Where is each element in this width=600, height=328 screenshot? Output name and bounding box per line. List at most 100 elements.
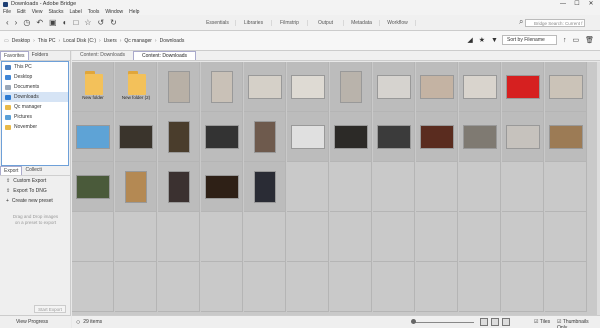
thumbnail-cell[interactable]	[158, 112, 200, 162]
details-view-button[interactable]	[502, 318, 510, 326]
crumb-local-disk[interactable]: Local Disk (C:)	[63, 38, 96, 44]
thumbnail-cell[interactable]: New folder (2)	[115, 62, 157, 112]
path-bar: ▭ Desktop › This PC › Local Disk (C:) › …	[0, 31, 600, 51]
favorite-this-pc[interactable]: This PC	[2, 62, 68, 72]
boomerang-icon[interactable]: ↶	[36, 15, 43, 31]
new-folder-icon[interactable]: ▭	[572, 36, 579, 44]
crumb-users[interactable]: Users	[104, 38, 117, 44]
camera-icon[interactable]: ▣	[49, 15, 57, 31]
zoom-knob[interactable]	[411, 319, 416, 324]
tab-content-2[interactable]: Content: Downloads	[133, 51, 197, 60]
back-icon[interactable]: ‹	[6, 15, 9, 31]
thumbnail-cell[interactable]	[201, 112, 243, 162]
workspace-output[interactable]: Output	[308, 20, 344, 26]
image-thumbnail	[168, 121, 190, 153]
thumbnail-cell[interactable]	[502, 62, 544, 112]
favorite-pictures[interactable]: Pictures	[2, 112, 68, 122]
sort-direction-icon[interactable]: ↑	[563, 37, 567, 44]
thumbnail-cell[interactable]	[330, 112, 372, 162]
export-dng-item[interactable]: ⇪ Export To DNG	[0, 186, 71, 196]
workspace-filmstrip[interactable]: Filmstrip	[272, 20, 308, 26]
tab-folders[interactable]: Folders	[29, 51, 52, 60]
custom-export-item[interactable]: ⇪ Custom Export	[0, 176, 71, 186]
thumbnails-only-checkbox[interactable]: ☑ Thumbnails Only	[557, 319, 600, 328]
thumbnail-cell[interactable]	[330, 62, 372, 112]
thumbnail-cell[interactable]	[373, 62, 415, 112]
thumbnail-cell[interactable]	[502, 112, 544, 162]
thumbnail-cell[interactable]	[244, 162, 286, 212]
refine-icon[interactable]: ◐	[63, 15, 68, 31]
thumbnail-cell[interactable]	[244, 112, 286, 162]
chevron-right-icon[interactable]: ›	[33, 38, 35, 44]
chevron-right-icon[interactable]: ›	[155, 38, 157, 44]
rotate-right-icon[interactable]: ↻	[110, 15, 117, 31]
output-icon[interactable]: ☆	[84, 15, 91, 31]
sort-dropdown[interactable]: Sort by Filename	[501, 35, 557, 45]
delete-icon[interactable]: 🗑	[585, 36, 594, 44]
menu-help[interactable]: Help	[129, 9, 139, 15]
tab-content-1[interactable]: Content: Downloads	[72, 51, 133, 60]
tiles-checkbox[interactable]: ☑ Tiles	[534, 319, 550, 325]
crumb-qc-manager[interactable]: Qc manager	[124, 38, 152, 44]
search-icon[interactable]: ⌕	[519, 17, 523, 27]
maximize-button[interactable]: ☐	[570, 0, 584, 8]
view-progress-link[interactable]: View Progress	[16, 319, 48, 325]
image-thumbnail	[377, 75, 411, 99]
workspace-libraries[interactable]: Libraries	[236, 20, 272, 26]
thumbnail-cell[interactable]	[545, 62, 587, 112]
workspace-workflow[interactable]: Workflow	[380, 20, 416, 26]
open-icon[interactable]: □	[73, 15, 78, 31]
quality-icon[interactable]: ◢	[467, 36, 472, 44]
rating-filter-icon[interactable]: ★	[479, 36, 485, 44]
workspace-essentials[interactable]: Essentials	[200, 20, 236, 26]
thumbnail-cell[interactable]	[416, 62, 458, 112]
crumb-desktop[interactable]: Desktop	[12, 38, 30, 44]
close-button[interactable]: ✕	[584, 0, 598, 8]
workspace-metadata[interactable]: Metadata	[344, 20, 380, 26]
thumbnail-cell[interactable]	[158, 62, 200, 112]
thumbnail-cell[interactable]: New folder	[72, 62, 114, 112]
thumbnail-cell[interactable]	[72, 112, 114, 162]
recent-icon[interactable]: ◷	[23, 15, 30, 31]
tab-export[interactable]: Export	[0, 166, 23, 175]
thumbnail-cell[interactable]	[158, 162, 200, 212]
filter-icon[interactable]: ▼	[491, 37, 498, 44]
thumbnail-cell[interactable]	[201, 162, 243, 212]
thumbnail-cell[interactable]	[459, 112, 501, 162]
crumb-this-pc[interactable]: This PC	[38, 38, 56, 44]
empty-cell	[416, 212, 458, 262]
thumbnail-cell[interactable]	[201, 62, 243, 112]
chevron-right-icon[interactable]: ›	[99, 38, 101, 44]
thumbnail-cell[interactable]	[72, 162, 114, 212]
chevron-right-icon[interactable]: ›	[59, 38, 61, 44]
main-toolbar: ‹ › ◷ ↶ ▣ ◐ □ ☆ ↺ ↻ Essentials Libraries…	[0, 15, 600, 31]
thumbnail-cell[interactable]	[287, 62, 329, 112]
start-export-button[interactable]: Start Export	[34, 305, 66, 313]
chevron-right-icon[interactable]: ›	[120, 38, 122, 44]
tab-collections[interactable]: Collecti	[22, 166, 44, 175]
thumbnail-cell[interactable]	[287, 112, 329, 162]
favorite-desktop[interactable]: Desktop	[2, 72, 68, 82]
thumbnail-cell[interactable]	[115, 112, 157, 162]
minimize-button[interactable]: —	[556, 0, 570, 8]
empty-cell	[201, 262, 243, 312]
crumb-downloads[interactable]: Downloads	[160, 38, 185, 44]
grid-view-button[interactable]	[480, 318, 488, 326]
create-preset-item[interactable]: + Create new preset	[0, 196, 71, 206]
list-view-button[interactable]	[491, 318, 499, 326]
favorite-downloads[interactable]: Downloads	[2, 92, 68, 102]
search-input[interactable]: Bridge Search: Current f	[525, 19, 585, 27]
thumbnail-cell[interactable]	[545, 112, 587, 162]
rotate-left-icon[interactable]: ↺	[97, 15, 104, 31]
tab-favorites[interactable]: Favorites	[0, 51, 29, 60]
favorite-documents[interactable]: Documents	[2, 82, 68, 92]
favorite-qc-manager[interactable]: Qc manager	[2, 102, 68, 112]
thumbnail-cell[interactable]	[416, 112, 458, 162]
thumbnail-cell[interactable]	[115, 162, 157, 212]
favorite-november[interactable]: November	[2, 122, 68, 132]
forward-icon[interactable]: ›	[15, 15, 18, 31]
thumbnail-cell[interactable]	[244, 62, 286, 112]
zoom-slider[interactable]	[414, 322, 474, 323]
thumbnail-cell[interactable]	[459, 62, 501, 112]
thumbnail-cell[interactable]	[373, 112, 415, 162]
